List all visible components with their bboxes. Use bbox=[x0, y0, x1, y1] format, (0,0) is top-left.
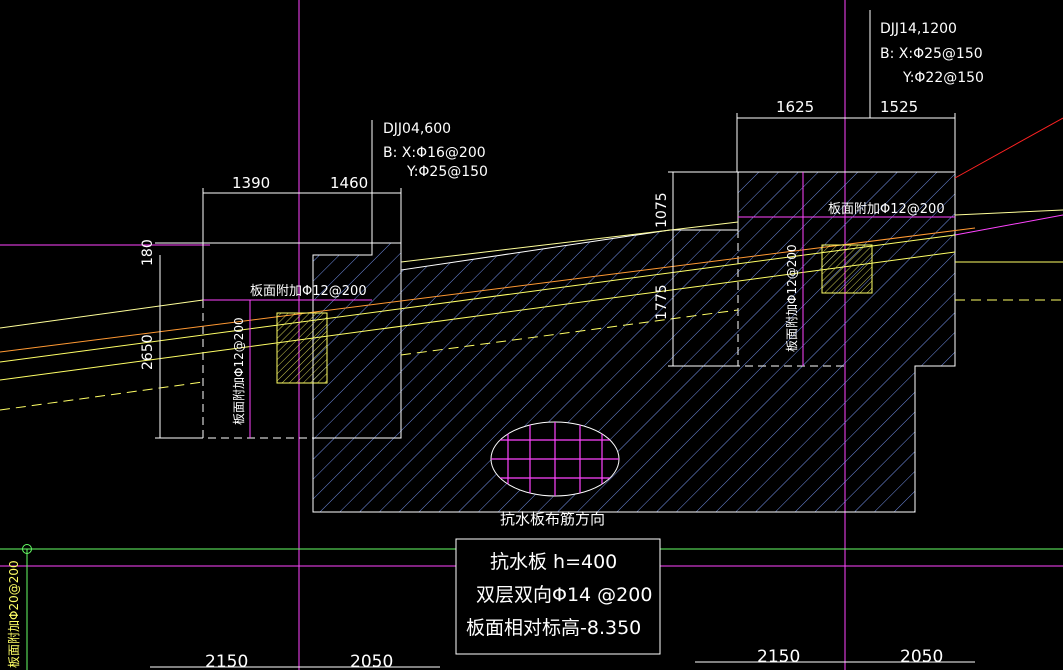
slab-elevation: 板面相对标高-8.350 bbox=[466, 617, 641, 639]
dim-right-1075: 1075 bbox=[654, 192, 670, 228]
dim-right-1775: 1775 bbox=[654, 284, 670, 320]
slab-title: 抗水板 h=400 bbox=[490, 551, 617, 573]
bottom-dim-2: 2050 bbox=[350, 652, 393, 670]
footing-left-y: Y:Φ25@150 bbox=[406, 164, 488, 180]
dim-right-1525: 1525 bbox=[880, 98, 918, 116]
footing-left-b: B: X:Φ16@200 bbox=[383, 145, 486, 161]
slope-top-left bbox=[0, 299, 204, 329]
section-block-right bbox=[821, 244, 873, 294]
dim-left-2650: 2650 bbox=[140, 334, 156, 370]
footing-body bbox=[312, 171, 956, 513]
axis-line-right-stub bbox=[954, 214, 1063, 236]
dim-left-180: 180 bbox=[140, 239, 156, 266]
hatched-footings bbox=[312, 171, 956, 513]
rebar-note-left-h: 板面附加Φ12@200 bbox=[250, 284, 367, 299]
footing-right-y: Y:Φ22@150 bbox=[902, 70, 984, 86]
section-block-left bbox=[276, 312, 328, 384]
dim-right-1625: 1625 bbox=[776, 98, 814, 116]
slab-direction-note: 抗水板布筋方向 bbox=[500, 510, 605, 528]
slope-top-right bbox=[954, 209, 1063, 216]
red-line bbox=[954, 117, 1063, 179]
bottom-dim-4: 2050 bbox=[900, 647, 943, 667]
left-edge-note: 板面附加Φ20@200 bbox=[7, 560, 21, 668]
footing-right-b: B: X:Φ25@150 bbox=[880, 46, 983, 62]
footing-left-label: DJJ04,600 bbox=[383, 121, 451, 137]
rebar-note-left-v: 板面附加Φ12@200 bbox=[232, 317, 246, 425]
dim-left-1460: 1460 bbox=[330, 174, 368, 192]
rebar-note-right-v: 板面附加Φ12@200 bbox=[785, 244, 799, 352]
footing-right-label: DJJ14,1200 bbox=[880, 21, 957, 37]
bottom-dim-3: 2150 bbox=[757, 647, 800, 667]
rebar-note-right-h: 板面附加Φ12@200 bbox=[828, 202, 945, 217]
cad-drawing: DJJ04,600 B: X:Φ16@200 Y:Φ25@150 1390 14… bbox=[0, 0, 1063, 670]
bottom-dim-1: 2150 bbox=[205, 652, 248, 670]
slab-dashed-left bbox=[0, 381, 204, 411]
dim-left-1390: 1390 bbox=[232, 174, 270, 192]
slab-rebar: 双层双向Φ14 @200 bbox=[476, 584, 652, 606]
